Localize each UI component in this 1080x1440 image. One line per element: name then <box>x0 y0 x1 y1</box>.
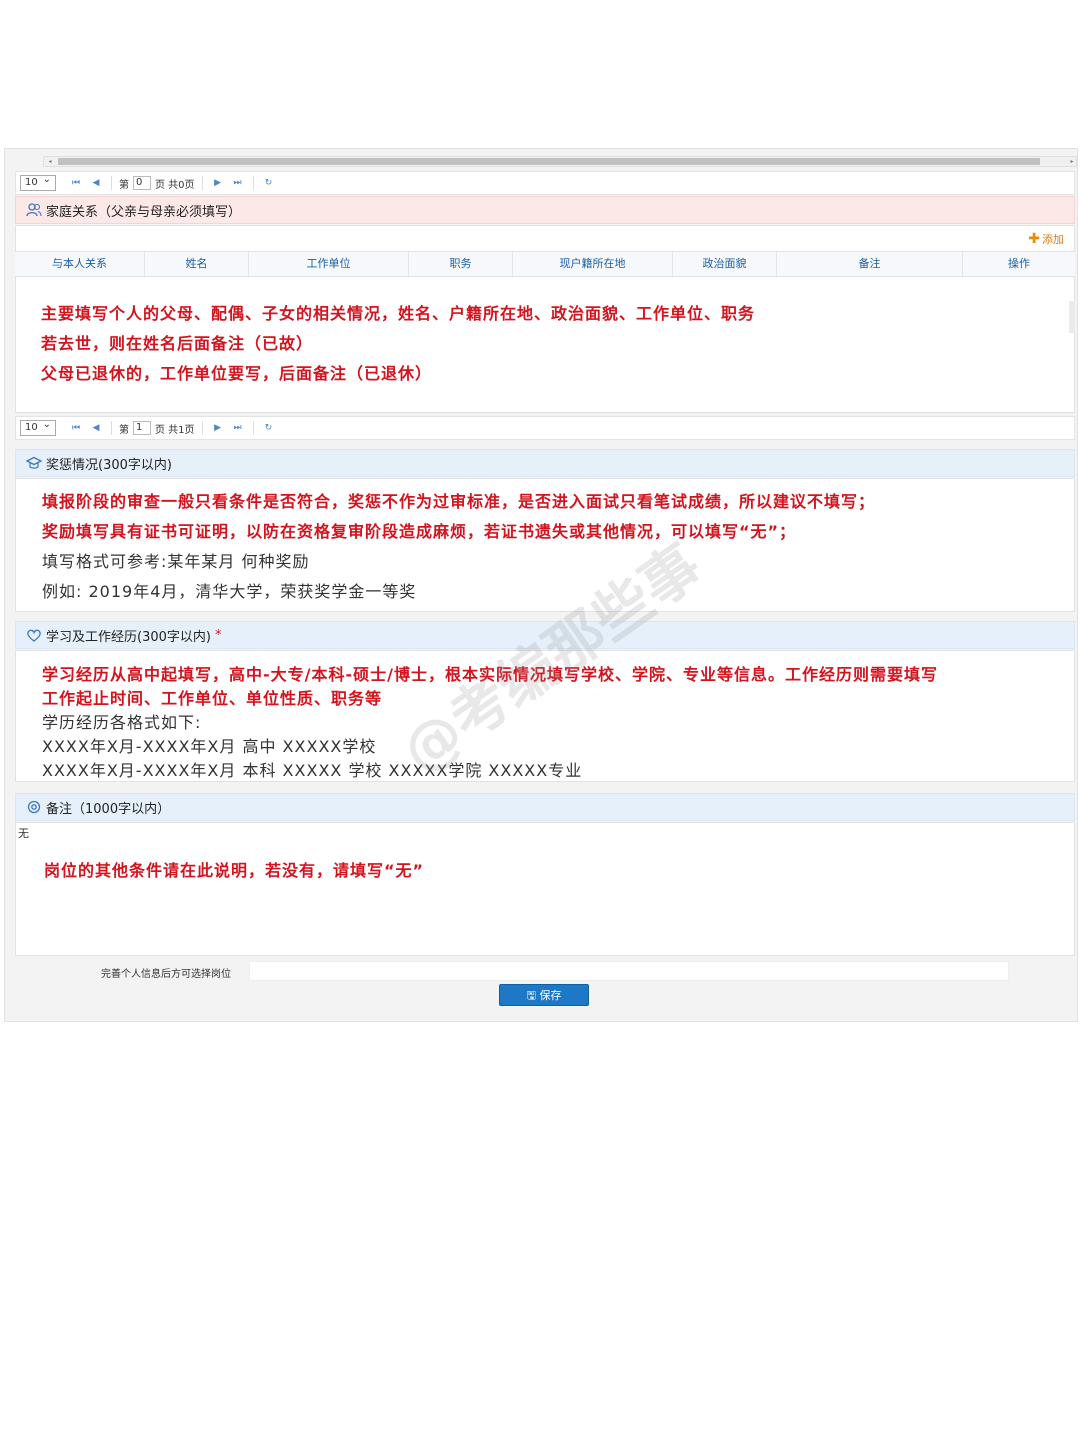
add-family-button[interactable]: ✚ 添加 <box>1028 231 1064 247</box>
save-disk-icon: 🖫 <box>526 989 536 1002</box>
family-table-header: 与本人关系 姓名 工作单位 职务 现户籍所在地 政治面貌 备注 操作 <box>15 251 1075 277</box>
page-total: 页 共0页 <box>155 179 195 191</box>
awards-format-line: 填写格式可参考:某年某月 何种奖励 <box>42 552 310 571</box>
save-hint: 完善个人信息后方可选择岗位 <box>101 969 231 980</box>
family-note-line: 若去世，则在姓名后面备注（已故） <box>41 334 314 353</box>
page-prefix: 第 <box>119 179 129 191</box>
page-size-select[interactable]: 10 <box>20 173 56 191</box>
experience-format-line: XXXX年X月-XXXX年X月 本科 XXXXX 学校 XXXXX学院 XXXX… <box>42 761 583 780</box>
remarks-note: 岗位的其他条件请在此说明，若没有，请填写“无” <box>44 861 425 880</box>
page-number-input[interactable]: 1 <box>133 421 151 435</box>
refresh-icon[interactable]: ↻ <box>262 423 276 433</box>
remarks-section-title: 备注（1000字以内） <box>46 801 171 817</box>
awards-section-header: 奖惩情况(300字以内) <box>15 449 1075 477</box>
page-prefix: 第 <box>119 424 129 436</box>
pager-divider <box>111 421 112 435</box>
column-header[interactable]: 职务 <box>409 252 513 276</box>
awards-example-line: 例如: 2019年4月，清华大学，荣获奖学金一等奖 <box>42 582 417 601</box>
add-label: 添加 <box>1042 233 1064 246</box>
page-number-input[interactable]: 0 <box>133 176 151 190</box>
pager-divider <box>252 176 254 190</box>
family-note-line: 父母已退休的，工作单位要写，后面备注（已退休） <box>41 364 433 383</box>
scroll-right-icon[interactable]: ▸ <box>1066 157 1078 166</box>
remarks-value: 无 <box>18 827 29 840</box>
position-select-field[interactable] <box>249 961 1009 981</box>
save-button[interactable]: 🖫 保存 <box>499 984 589 1006</box>
column-header[interactable]: 政治面貌 <box>673 252 777 276</box>
prev-page-icon[interactable]: ◀ <box>89 423 103 433</box>
first-page-icon[interactable]: ⏮ <box>69 178 83 188</box>
required-mark: * <box>214 627 222 643</box>
first-page-icon[interactable]: ⏮ <box>69 423 83 433</box>
awards-note-line: 奖励填写具有证书可证明，以防在资格复审阶段造成麻烦，若证书遗失或其他情况，可以填… <box>42 522 797 541</box>
awards-section-title: 奖惩情况(300字以内) <box>46 457 172 473</box>
column-header[interactable]: 工作单位 <box>249 252 409 276</box>
family-section-title: 家庭关系（父亲与母亲必须填写） <box>46 204 242 220</box>
column-header[interactable]: 备注 <box>777 252 963 276</box>
column-header[interactable]: 姓名 <box>145 252 249 276</box>
prev-page-icon[interactable]: ◀ <box>89 178 103 188</box>
scrollbar-thumb[interactable] <box>58 158 1040 165</box>
pager-divider <box>201 421 203 435</box>
column-header[interactable]: 与本人关系 <box>15 252 145 276</box>
pager-top: 10 ⏮ ◀ 第 0 页 共0页 ▶ ⏭ ↻ <box>15 171 1075 195</box>
awards-note-line: 填报阶段的审查一般只看条件是否符合，奖惩不作为过审标准，是否进入面试只看笔试成绩… <box>42 492 876 511</box>
heart-icon <box>27 629 41 642</box>
remarks-section-header: 备注（1000字以内） <box>15 793 1075 821</box>
awards-guidance: 填报阶段的审查一般只看条件是否符合，奖惩不作为过审标准，是否进入面试只看笔试成绩… <box>42 487 875 607</box>
save-label: 保存 <box>539 989 562 1002</box>
column-header[interactable]: 操作 <box>963 252 1075 276</box>
family-section-header: 家庭关系（父亲与母亲必须填写） <box>15 196 1075 224</box>
horizontal-scrollbar[interactable]: ◂ ▸ <box>43 156 1077 167</box>
family-notes: 主要填写个人的父母、配偶、子女的相关情况，姓名、户籍所在地、政治面貌、工作单位、… <box>41 299 755 389</box>
family-note-line: 主要填写个人的父母、配偶、子女的相关情况，姓名、户籍所在地、政治面貌、工作单位、… <box>41 304 756 323</box>
refresh-icon[interactable]: ↻ <box>262 178 276 188</box>
page-size-select[interactable]: 10 <box>20 418 56 436</box>
pager-bottom: 10 ⏮ ◀ 第 1 页 共1页 ▶ ⏭ ↻ <box>15 416 1075 440</box>
plus-icon: ✚ <box>1028 231 1040 247</box>
last-page-icon[interactable]: ⏭ <box>231 178 245 188</box>
vertical-scrollbar[interactable] <box>1069 301 1075 333</box>
page-total: 页 共1页 <box>155 424 195 436</box>
pager-divider <box>201 176 203 190</box>
save-row: 完善个人信息后方可选择岗位 🖫 保存 <box>5 957 1077 1021</box>
form-frame: ◂ ▸ 10 ⏮ ◀ 第 0 页 共0页 ▶ ⏭ ↻ 家庭关系（父亲与母亲必须填… <box>4 148 1078 1022</box>
scroll-left-icon[interactable]: ◂ <box>44 157 56 166</box>
pager-divider <box>252 421 254 435</box>
mortarboard-icon <box>26 456 42 469</box>
last-page-icon[interactable]: ⏭ <box>231 423 245 433</box>
next-page-icon[interactable]: ▶ <box>211 423 225 433</box>
remarks-textarea[interactable]: 无 岗位的其他条件请在此说明，若没有，请填写“无” <box>15 822 1075 956</box>
settings-icon <box>27 800 41 814</box>
next-page-icon[interactable]: ▶ <box>211 178 225 188</box>
awards-textarea[interactable]: 填报阶段的审查一般只看条件是否符合，奖惩不作为过审标准，是否进入面试只看笔试成绩… <box>15 478 1075 612</box>
pager-divider <box>111 176 112 190</box>
users-icon <box>26 203 42 217</box>
experience-section-title: 学习及工作经历(300字以内) <box>46 629 211 645</box>
column-header[interactable]: 现户籍所在地 <box>513 252 673 276</box>
